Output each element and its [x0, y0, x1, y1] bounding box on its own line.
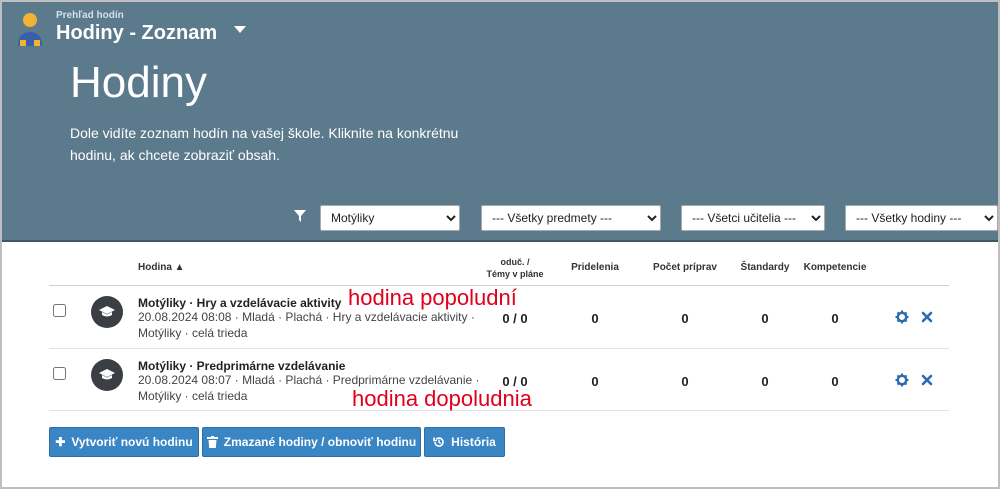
lesson-title[interactable]: Motýliky · Hry a vzdelávacie aktivity — [138, 296, 341, 310]
column-header-competences: Kompetencie — [803, 262, 867, 273]
deleted-lessons-label: Zmazané hodiny / obnoviť hodinu — [223, 435, 417, 449]
close-icon[interactable] — [920, 373, 934, 387]
column-header-lesson[interactable]: Hodina ▲ — [138, 262, 185, 274]
user-avatar-icon[interactable] — [16, 10, 46, 48]
trash-icon — [206, 436, 218, 448]
graduation-cap-icon — [99, 306, 115, 317]
gear-icon[interactable] — [895, 310, 909, 324]
standards-cell: 0 — [761, 311, 769, 326]
graduation-cap-icon — [99, 369, 115, 380]
history-icon — [433, 437, 444, 447]
column-header-taught: oduč. / Témy v pláne — [470, 256, 560, 280]
competences-cell: 0 — [831, 374, 839, 389]
deleted-lessons-button[interactable]: Zmazané hodiny / obnoviť hodinu — [202, 427, 421, 457]
row-divider — [49, 348, 949, 349]
close-icon[interactable] — [920, 310, 934, 324]
create-lesson-button[interactable]: ✚ Vytvoriť novú hodinu — [49, 427, 199, 457]
annotation-afternoon: hodina popoludní — [348, 285, 517, 310]
table-row-lesson-icon[interactable] — [91, 296, 123, 328]
lesson-title[interactable]: Motýliky · Predprimárne vzdelávanie — [138, 359, 345, 373]
lesson-filter-select[interactable]: --- Všetky hodiny --- — [845, 205, 998, 231]
lesson-meta: 20.08.2024 08:08 · Mladá · Plachá · Hry … — [138, 310, 475, 340]
filter-icon — [294, 210, 306, 222]
assignments-cell: 0 — [591, 311, 599, 326]
row-checkbox[interactable] — [53, 367, 66, 380]
gear-icon[interactable] — [895, 373, 909, 387]
preparations-cell: 0 — [681, 374, 689, 389]
header-subtitle: Prehľad hodín — [56, 10, 124, 21]
history-label: História — [451, 435, 496, 449]
page-description: Dole vidíte zoznam hodín na vašej škole.… — [70, 125, 459, 163]
column-header-standards: Štandardy — [740, 262, 790, 273]
chevron-down-icon[interactable] — [234, 26, 246, 33]
page-header: Prehľad hodín Hodiny - Zoznam Hodiny Dol… — [2, 2, 998, 242]
history-button[interactable]: História — [424, 427, 505, 457]
preparations-cell: 0 — [681, 311, 689, 326]
column-header-taught-line1: oduč. / — [500, 257, 530, 267]
taught-cell: 0 / 0 — [502, 311, 528, 326]
column-header-preparations: Počet príprav — [653, 262, 717, 273]
teacher-filter-select[interactable]: --- Všetci učitelia --- — [681, 205, 825, 231]
row-checkbox[interactable] — [53, 304, 66, 317]
annotation-morning: hodina dopoludnia — [352, 386, 532, 411]
column-header-assignments: Pridelenia — [571, 262, 619, 273]
column-header-taught-line2: Témy v pláne — [486, 269, 544, 279]
table-row-lesson-icon[interactable] — [91, 359, 123, 391]
class-filter-select[interactable]: Motýliky — [320, 205, 460, 231]
assignments-cell: 0 — [591, 374, 599, 389]
competences-cell: 0 — [831, 311, 839, 326]
subject-filter-select[interactable]: --- Všetky predmety --- — [481, 205, 661, 231]
standards-cell: 0 — [761, 374, 769, 389]
create-lesson-label: Vytvoriť novú hodinu — [71, 435, 193, 449]
plus-icon: ✚ — [55, 435, 66, 449]
page-title: Hodiny — [70, 58, 207, 107]
header-title[interactable]: Hodiny - Zoznam — [56, 22, 217, 45]
